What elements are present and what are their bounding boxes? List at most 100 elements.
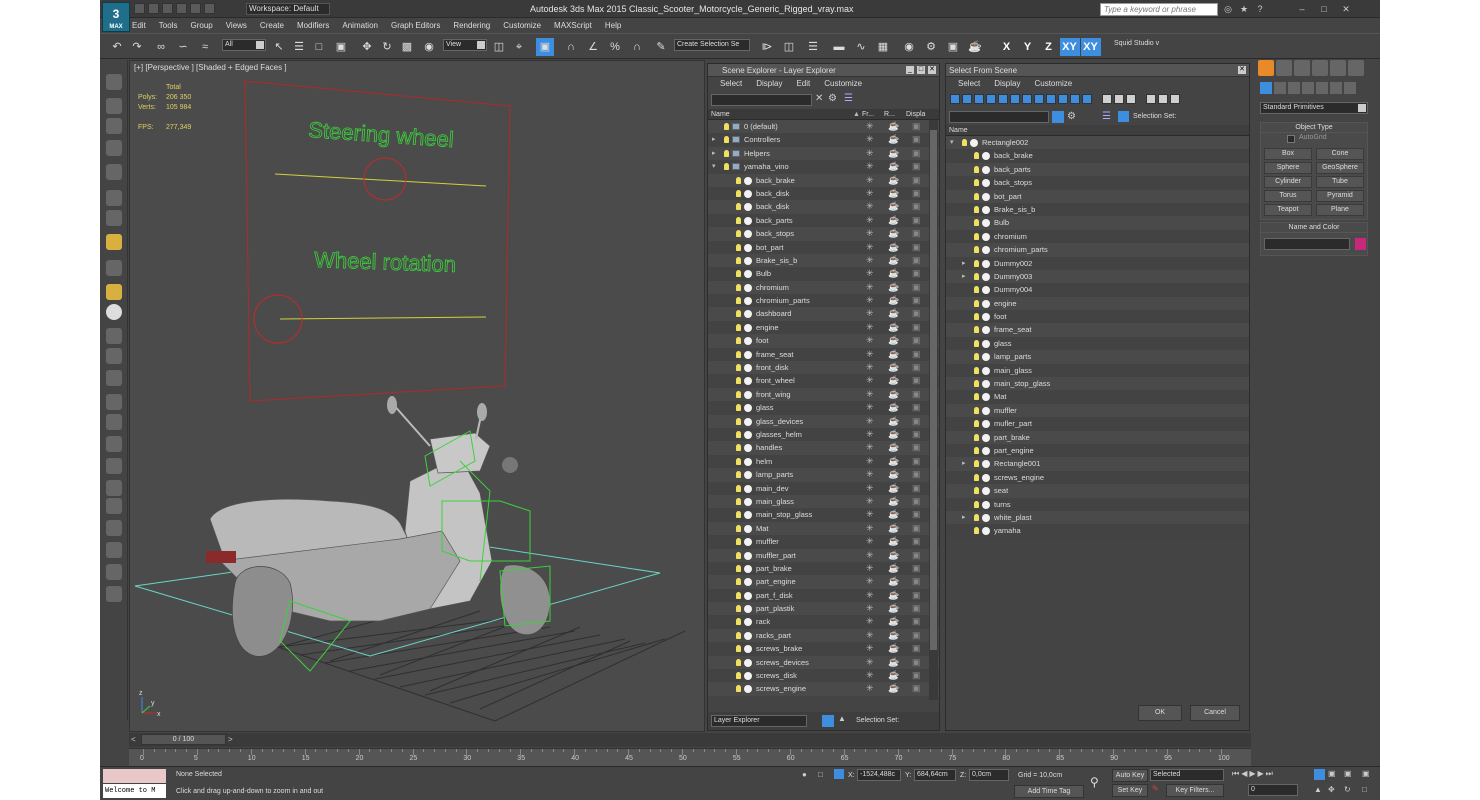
align-icon[interactable]: ◫ bbox=[780, 38, 798, 56]
renderable-teapot-icon[interactable]: ☕ bbox=[888, 401, 899, 414]
select-by-name-icon[interactable]: ☰ bbox=[290, 38, 308, 56]
scene-explorer-search-input[interactable] bbox=[711, 94, 812, 106]
lightbulb-icon[interactable] bbox=[974, 460, 979, 468]
freeze-icon[interactable]: ✳ bbox=[866, 656, 874, 669]
display-box-icon[interactable]: ▣ bbox=[912, 575, 921, 588]
layer-row[interactable]: ▸ Helpers ✳ ☕ ▣ bbox=[708, 146, 939, 161]
col-display[interactable]: Displa bbox=[906, 109, 925, 120]
layer-stack-icon[interactable]: ☰ bbox=[844, 93, 853, 104]
field-of-view-icon[interactable]: ▲ bbox=[1314, 785, 1322, 794]
name-color-title[interactable]: Name and Color bbox=[1261, 223, 1367, 233]
lock-selection-icon[interactable]: □ bbox=[818, 770, 823, 779]
selection-filter-dropdown[interactable]: All bbox=[222, 39, 266, 51]
freeze-icon[interactable]: ✳ bbox=[866, 495, 874, 508]
layer-row[interactable]: chromium ✳ ☕ ▣ bbox=[708, 280, 939, 295]
display-box-icon[interactable]: ▣ bbox=[912, 482, 921, 495]
lightbulb-icon[interactable] bbox=[974, 380, 979, 388]
scene-explorer-menu-item[interactable]: Edit bbox=[796, 77, 810, 91]
display-box-icon[interactable]: ▣ bbox=[912, 428, 921, 441]
lightbulb-icon[interactable] bbox=[974, 232, 979, 240]
layer-row[interactable]: part_plastik ✳ ☕ ▣ bbox=[708, 602, 939, 616]
lightbulb-icon[interactable] bbox=[736, 417, 741, 425]
freeze-icon[interactable]: ✳ bbox=[866, 575, 874, 588]
lightbulb-icon[interactable] bbox=[736, 444, 741, 452]
layer-row[interactable]: lamp_parts ✳ ☕ ▣ bbox=[708, 468, 939, 482]
renderable-teapot-icon[interactable]: ☕ bbox=[888, 482, 899, 495]
scrollbar-thumb[interactable] bbox=[930, 130, 937, 650]
scene-object-row[interactable]: chromium_parts bbox=[946, 243, 1249, 257]
material-editor-icon[interactable] bbox=[106, 118, 122, 134]
lightbulb-icon[interactable] bbox=[974, 299, 979, 307]
layer-row[interactable]: front_wheel ✳ ☕ ▣ bbox=[708, 374, 939, 388]
lightbulb-icon[interactable] bbox=[974, 259, 979, 267]
lightbulb-icon[interactable] bbox=[736, 524, 741, 532]
renderable-teapot-icon[interactable]: ☕ bbox=[888, 147, 899, 160]
reactor-icon[interactable] bbox=[106, 458, 122, 474]
axis-constraint-button[interactable]: XY bbox=[1080, 38, 1101, 56]
paint-icon[interactable] bbox=[106, 498, 122, 514]
layer-row[interactable]: part_f_disk ✳ ☕ ▣ bbox=[708, 588, 939, 603]
freeze-icon[interactable]: ✳ bbox=[866, 334, 874, 347]
menu-item[interactable]: Modifiers bbox=[297, 19, 329, 32]
schematic-view-icon[interactable]: ▦ bbox=[874, 38, 892, 56]
lightbulb-icon[interactable] bbox=[724, 136, 729, 144]
angle-snap-icon[interactable]: ∠ bbox=[584, 38, 602, 56]
maximize-icon[interactable]: □ bbox=[916, 65, 926, 75]
renderable-teapot-icon[interactable]: ☕ bbox=[888, 508, 899, 521]
scene-object-row[interactable]: Dummy004 bbox=[946, 283, 1249, 297]
goto-end-icon[interactable]: ⏭ bbox=[1266, 769, 1273, 779]
lightbulb-icon[interactable] bbox=[736, 216, 741, 224]
lightbulb-icon[interactable] bbox=[974, 326, 979, 334]
light-lister-icon[interactable] bbox=[106, 164, 122, 180]
pan-icon[interactable]: ✥ bbox=[1328, 785, 1335, 794]
freeze-icon[interactable]: ✳ bbox=[866, 589, 874, 602]
freeze-icon[interactable]: ✳ bbox=[866, 602, 874, 615]
layer-row[interactable]: back_disk ✳ ☕ ▣ bbox=[708, 186, 939, 201]
freeze-icon[interactable]: ✳ bbox=[866, 401, 874, 414]
vray-sun-icon[interactable] bbox=[106, 394, 122, 410]
layer-row[interactable]: main_stop_glass ✳ ☕ ▣ bbox=[708, 508, 939, 522]
display-box-icon[interactable]: ▣ bbox=[912, 669, 921, 682]
close-icon[interactable]: ✕ bbox=[1340, 3, 1352, 15]
renderable-teapot-icon[interactable]: ☕ bbox=[888, 468, 899, 481]
lightbulb-icon[interactable] bbox=[974, 527, 979, 535]
col-render[interactable]: R... bbox=[884, 109, 895, 120]
display-box-icon[interactable]: ▣ bbox=[912, 562, 921, 575]
percent-snap-icon[interactable]: % bbox=[606, 38, 624, 56]
renderable-teapot-icon[interactable]: ☕ bbox=[888, 160, 899, 173]
expand-down-icon[interactable]: ▾ bbox=[950, 136, 954, 149]
render-setup-icon[interactable]: ⚙ bbox=[922, 38, 940, 56]
renderable-teapot-icon[interactable]: ☕ bbox=[888, 348, 899, 361]
freeze-icon[interactable]: ✳ bbox=[866, 669, 874, 682]
axis-constraint-button[interactable]: X bbox=[997, 38, 1017, 56]
place-icon[interactable]: ◉ bbox=[420, 38, 438, 56]
xrefs-filter-icon[interactable] bbox=[1034, 94, 1044, 104]
lightbulb-icon[interactable] bbox=[974, 272, 979, 280]
display-box-icon[interactable]: ▣ bbox=[912, 307, 921, 320]
lightbulb-icon[interactable] bbox=[736, 256, 741, 264]
freeze-icon[interactable]: ✳ bbox=[866, 281, 874, 294]
freeze-icon[interactable]: ✳ bbox=[866, 508, 874, 521]
display-box-icon[interactable]: ▣ bbox=[912, 455, 921, 468]
lightbulb-icon[interactable] bbox=[736, 497, 741, 505]
scene-object-row[interactable]: main_glass bbox=[946, 363, 1249, 378]
autogrid-checkbox[interactable] bbox=[1287, 135, 1295, 143]
helpers-icon[interactable] bbox=[1316, 82, 1328, 94]
new-file-icon[interactable] bbox=[134, 3, 145, 14]
studio-label[interactable]: Squid Studio v bbox=[1112, 39, 1174, 51]
goto-start-icon[interactable]: ⏮ bbox=[1232, 769, 1239, 779]
primitive-button[interactable]: Box bbox=[1264, 148, 1312, 160]
display-box-icon[interactable]: ▣ bbox=[912, 241, 921, 254]
layer-row[interactable]: front_disk ✳ ☕ ▣ bbox=[708, 361, 939, 375]
lightbulb-icon[interactable] bbox=[736, 297, 741, 305]
layer-row[interactable]: back_disk ✳ ☕ ▣ bbox=[708, 200, 939, 214]
lightbulb-icon[interactable] bbox=[736, 457, 741, 465]
renderable-teapot-icon[interactable]: ☕ bbox=[888, 133, 899, 146]
track-bar[interactable]: 0 5 10 15 20 25 30 35 40 45 50 55 60 65 70 75 80 85 90 95 10… bbox=[129, 748, 1251, 766]
current-frame-field[interactable]: 0 bbox=[1248, 784, 1298, 796]
freeze-icon[interactable]: ✳ bbox=[866, 441, 874, 454]
lightbulb-icon[interactable] bbox=[724, 123, 729, 130]
display-box-icon[interactable]: ▣ bbox=[912, 174, 921, 187]
geometry-filter-icon[interactable] bbox=[950, 94, 960, 104]
freeze-icon[interactable]: ✳ bbox=[866, 615, 874, 628]
